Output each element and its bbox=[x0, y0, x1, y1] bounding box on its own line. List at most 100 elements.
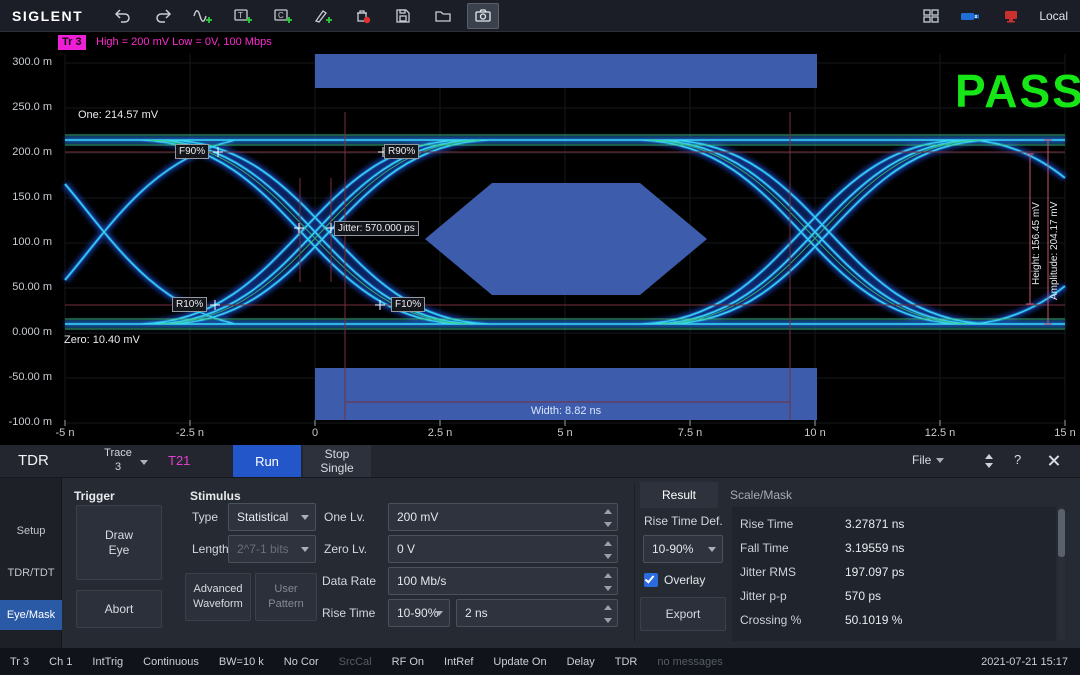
screenshot-button[interactable] bbox=[467, 3, 499, 29]
tab-setup[interactable]: Setup bbox=[0, 516, 62, 546]
draw-eye-button[interactable]: Draw Eye bbox=[76, 505, 162, 580]
result-scrollbar-thumb[interactable] bbox=[1058, 509, 1065, 557]
spinner-icon[interactable] bbox=[602, 571, 614, 593]
help-button[interactable]: ? bbox=[1014, 452, 1021, 467]
trace-tag-label: T21 bbox=[168, 453, 190, 468]
display-layout-button[interactable] bbox=[915, 3, 947, 29]
f10-marker-label: F10% bbox=[391, 297, 425, 312]
type-dropdown[interactable]: Statistical bbox=[228, 503, 316, 531]
status-correction[interactable]: No Cor bbox=[284, 656, 319, 668]
trace-selector-label: Trace bbox=[86, 446, 150, 460]
chevron-down-icon bbox=[936, 458, 944, 463]
overlay-checkbox[interactable] bbox=[644, 573, 658, 587]
mask-region-top bbox=[315, 54, 817, 88]
channel-add-icon: C bbox=[273, 7, 293, 25]
length-dropdown[interactable]: 2^7-1 bits bbox=[228, 535, 316, 563]
x-tick-label: 5 n bbox=[535, 427, 595, 439]
y-tick-label: 150.0 m bbox=[0, 191, 52, 203]
trace-selector[interactable]: Trace 3 bbox=[86, 446, 150, 476]
advanced-waveform-button[interactable]: Advanced Waveform bbox=[185, 573, 251, 621]
status-channel[interactable]: Ch 1 bbox=[49, 656, 72, 668]
save-file-button[interactable] bbox=[387, 3, 419, 29]
channel-add-button[interactable]: C bbox=[267, 3, 299, 29]
tab-result[interactable]: Result bbox=[640, 482, 718, 508]
rise-time-label: Rise Time bbox=[322, 599, 375, 627]
status-mode[interactable]: TDR bbox=[615, 656, 638, 668]
result-rise-time-def-dropdown[interactable]: 10-90% bbox=[643, 535, 723, 563]
file-menu-label: File bbox=[912, 453, 931, 467]
status-sweep[interactable]: Continuous bbox=[143, 656, 199, 668]
panel-header: TDR Trace 3 T21 Run Stop Single File ? bbox=[0, 445, 1080, 478]
rise-time-input[interactable]: 2 ns bbox=[456, 599, 618, 627]
zero-level-label: Zero Lv. bbox=[324, 535, 367, 563]
status-ref[interactable]: IntRef bbox=[444, 656, 473, 668]
close-panel-button[interactable] bbox=[1046, 452, 1062, 468]
one-level-input[interactable]: 200 mV bbox=[388, 503, 618, 531]
redo-button[interactable] bbox=[147, 3, 179, 29]
chevron-down-icon bbox=[301, 515, 309, 520]
rise-time-def-dropdown[interactable]: 10-90% bbox=[388, 599, 450, 627]
result-name: Crossing % bbox=[740, 613, 801, 627]
status-trace[interactable]: Tr 3 bbox=[10, 656, 29, 668]
status-update[interactable]: Update On bbox=[493, 656, 546, 668]
status-trigger[interactable]: IntTrig bbox=[92, 656, 123, 668]
abort-button[interactable]: Abort bbox=[76, 590, 162, 628]
eye-diagram-canvas bbox=[0, 32, 1080, 445]
arrow-down-icon bbox=[985, 463, 993, 468]
undo-button[interactable] bbox=[107, 3, 139, 29]
toolbar-right-group: Local bbox=[911, 3, 1080, 29]
status-srccal[interactable]: SrcCal bbox=[339, 656, 372, 668]
one-level-value: 200 mV bbox=[397, 510, 438, 524]
spinner-icon[interactable] bbox=[602, 539, 614, 561]
open-file-button[interactable] bbox=[427, 3, 459, 29]
result-name: Jitter p-p bbox=[740, 589, 787, 603]
delete-trace-button[interactable] bbox=[347, 3, 379, 29]
result-name: Fall Time bbox=[740, 541, 789, 555]
chevron-down-icon bbox=[708, 547, 716, 552]
trace-add-icon: T bbox=[233, 7, 253, 25]
spinner-icon[interactable] bbox=[602, 507, 614, 529]
arrow-up-icon bbox=[985, 454, 993, 459]
overlay-label: Overlay bbox=[664, 573, 705, 587]
mask-region-center-hexagon bbox=[425, 183, 707, 295]
delete-trace-icon bbox=[353, 7, 373, 25]
status-bandwidth[interactable]: BW=10 k bbox=[219, 656, 264, 668]
zero-level-input[interactable]: 0 V bbox=[388, 535, 618, 563]
data-rate-input[interactable]: 100 Mb/s bbox=[388, 567, 618, 595]
tab-scale-mask[interactable]: Scale/Mask bbox=[720, 482, 802, 508]
usb-device-button[interactable] bbox=[955, 3, 987, 29]
eye-height-annotation: Height: 156.45 mV bbox=[1031, 175, 1042, 285]
probe-setup-button[interactable] bbox=[307, 3, 339, 29]
x-tick-label: 2.5 n bbox=[410, 427, 470, 439]
status-rf[interactable]: RF On bbox=[392, 656, 424, 668]
x-tick-label: 12.5 n bbox=[910, 427, 970, 439]
tab-tdr-tdt[interactable]: TDR/TDT bbox=[0, 558, 62, 588]
x-tick-label: 15 n bbox=[1035, 427, 1080, 439]
svg-text:T: T bbox=[238, 11, 243, 20]
type-label: Type bbox=[192, 503, 218, 531]
network-status-button[interactable] bbox=[995, 3, 1027, 29]
trace-badge[interactable]: Tr 3 bbox=[58, 35, 86, 50]
waveform-add-button[interactable] bbox=[187, 3, 219, 29]
spinner-icon[interactable] bbox=[602, 603, 614, 625]
top-toolbar: SIGLENT T C Local bbox=[0, 0, 1080, 32]
user-pattern-button[interactable]: User Pattern bbox=[255, 573, 317, 621]
r10-marker-label: R10% bbox=[172, 297, 207, 312]
trace-add-button[interactable]: T bbox=[227, 3, 259, 29]
x-tick-label: -5 n bbox=[35, 427, 95, 439]
rise-time-def-section-label: Rise Time Def. bbox=[644, 507, 723, 535]
export-button[interactable]: Export bbox=[640, 597, 726, 631]
stop-single-button[interactable]: Stop Single bbox=[303, 445, 371, 477]
local-mode-label[interactable]: Local bbox=[1039, 9, 1068, 23]
panel-resize-button[interactable] bbox=[982, 451, 996, 471]
file-menu-button[interactable]: File bbox=[912, 453, 944, 467]
tab-eye-mask[interactable]: Eye/Mask bbox=[0, 600, 62, 630]
x-tick-label: 0 bbox=[285, 427, 345, 439]
result-name: Jitter RMS bbox=[740, 565, 796, 579]
run-button[interactable]: Run bbox=[233, 445, 301, 477]
usb-device-icon bbox=[959, 7, 983, 25]
result-rise-time-def-value: 10-90% bbox=[652, 542, 693, 556]
status-delay[interactable]: Delay bbox=[567, 656, 595, 668]
display-layout-icon bbox=[921, 7, 941, 25]
save-file-icon bbox=[393, 7, 413, 25]
